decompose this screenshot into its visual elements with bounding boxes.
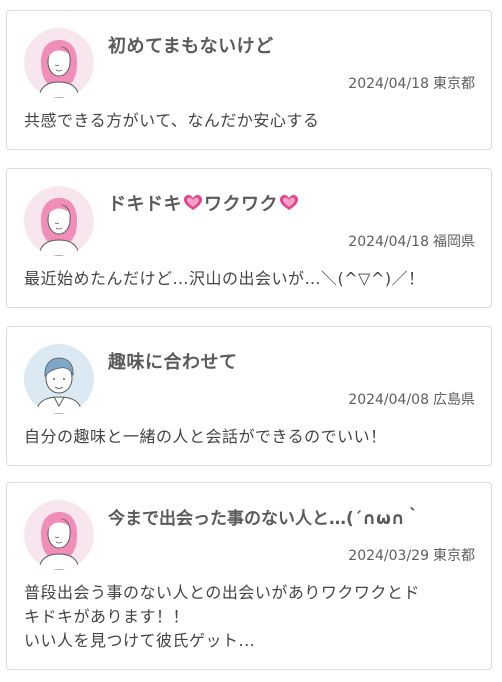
post-prefecture: 広島県: [433, 392, 475, 408]
testimonial-card: ドキドキ ワクワク 2024/04/18 福岡県 最近始めたんだけど…沢山の出会いが…: [6, 168, 492, 308]
body-line: 最近始めたんだけど…沢山の出会いが…＼(^▽^)／！: [24, 269, 425, 288]
post-prefecture: 福岡県: [433, 234, 475, 250]
female-avatar: [24, 186, 94, 256]
testimonial-body: 共感できる方がいて、なんだか安心する: [24, 109, 475, 133]
post-date: 2024/03/29: [348, 548, 429, 564]
post-date: 2024/04/08: [348, 392, 429, 408]
body-line: 普段出会う事のない人との出会いがありワクワクとド: [24, 583, 420, 602]
testimonial-meta: 2024/03/29 東京都: [348, 545, 475, 565]
testimonial-title: 趣味に合わせて: [108, 352, 238, 373]
body-line: キドキがあります！！: [24, 607, 190, 626]
sparkling-heart-icon: [184, 195, 202, 210]
post-prefecture: 東京都: [433, 76, 475, 92]
body-line: 共感できる方がいて、なんだか安心する: [24, 111, 320, 130]
testimonial-title: 今まで出会った事のない人と…(´∩ω∩｀: [108, 509, 422, 529]
testimonial-card: 今まで出会った事のない人と…(´∩ω∩｀ 2024/03/29 東京都 普段出会う…: [6, 482, 492, 670]
testimonial-card: 趣味に合わせて 2024/04/08 広島県 自分の趣味と一緒の人と会話ができるの…: [6, 326, 492, 466]
post-date: 2024/04/18: [348, 234, 429, 250]
title-part: ドキドキ: [108, 194, 182, 215]
title-part: ワクワク: [204, 194, 278, 215]
post-prefecture: 東京都: [433, 548, 475, 564]
testimonial-list: 初めてまもないけど 2024/04/18 東京都 共感できる方がいて、なんだか安心…: [0, 0, 502, 682]
testimonial-body: 最近始めたんだけど…沢山の出会いが…＼(^▽^)／！: [24, 267, 475, 291]
female-avatar: [24, 500, 94, 570]
testimonial-card: 初めてまもないけど 2024/04/18 東京都 共感できる方がいて、なんだか安心…: [6, 10, 492, 150]
male-avatar: [24, 344, 94, 414]
testimonial-title: 初めてまもないけど: [108, 36, 274, 57]
post-date: 2024/04/18: [348, 76, 429, 92]
testimonial-meta: 2024/04/18 福岡県: [348, 231, 475, 251]
sparkling-heart-icon: [280, 195, 298, 210]
female-avatar: [24, 28, 94, 98]
testimonial-title: ドキドキ ワクワク: [108, 190, 300, 216]
testimonial-meta: 2024/04/08 広島県: [348, 389, 475, 409]
testimonial-meta: 2024/04/18 東京都: [348, 73, 475, 93]
testimonial-body: 自分の趣味と一緒の人と会話ができるのでいい！: [24, 425, 475, 449]
body-line: いい人を見つけて彼氏ゲット...: [24, 631, 256, 650]
testimonial-body: 普段出会う事のない人との出会いがありワクワクとド キドキがあります！！ いい人を…: [24, 581, 475, 653]
body-line: 自分の趣味と一緒の人と会話ができるのでいい！: [24, 427, 387, 446]
